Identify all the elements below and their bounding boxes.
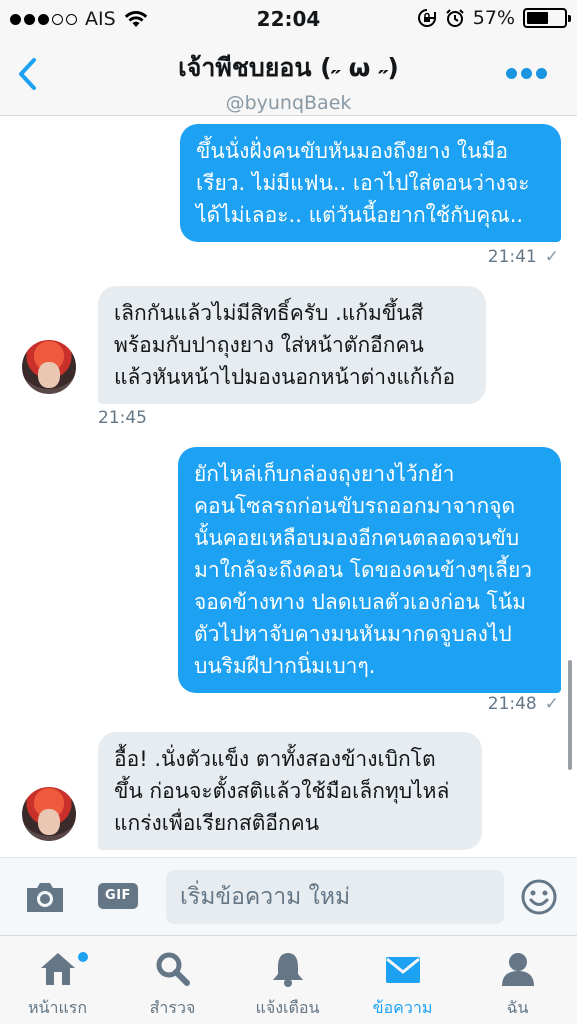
message-line: ขึ้น ก่อนจะตั้งสติแล้วใช้มือเล็กทุบไหล่ — [114, 779, 450, 803]
received-message-bubble[interactable]: อื้อ! .นั่งตัวแข็ง ตาทั้งสองข้างเบิกโต ข… — [98, 732, 482, 850]
tab-explore[interactable]: สำรวจ — [115, 936, 230, 1024]
conversation-title: เจ้าพีชบยอน (˶ ω ˶) — [178, 53, 399, 82]
notification-badge — [78, 952, 88, 962]
read-receipt-icon: ✓ — [544, 694, 559, 714]
tab-label: ฉัน — [506, 998, 529, 1017]
message-line: เลิกกันแล้วไม่มีสิทธิ์ครับ .แก้มขึ้นสี — [114, 301, 424, 325]
message-line: นั้นคอยเหลือบมองอีกคนตลอดจนขับ — [194, 526, 520, 550]
bell-icon — [272, 953, 303, 987]
sent-message-bubble[interactable]: ยักไหล่เก็บกล่องถุงยางไว้กย้า คอนโซลรถก่… — [178, 447, 561, 693]
rotation-lock-icon — [417, 9, 436, 27]
battery-icon — [523, 8, 571, 28]
smiley-icon[interactable] — [520, 878, 558, 916]
more-options-icon[interactable] — [506, 68, 547, 79]
message-composer: GIF เริ่มข้อความ ใหม่ — [0, 857, 577, 935]
avatar[interactable] — [22, 340, 76, 394]
profile-icon — [501, 953, 534, 986]
message-line: ยักไหล่เก็บกล่องถุงยางไว้กย้า — [194, 462, 455, 486]
sent-message-bubble[interactable]: ขึ้นนั่งฝั่งคนขับหันมองถึงยาง ในมือ เรีย… — [180, 124, 561, 242]
camera-icon[interactable] — [24, 878, 66, 916]
tab-messages[interactable]: ข้อความ — [345, 936, 460, 1024]
tab-bar: หน้าแรก สำรวจ แจ้งเตือน ข้อความ ฉัน — [0, 935, 577, 1024]
tab-label: สำรวจ — [149, 998, 196, 1017]
message-input[interactable]: เริ่มข้อความ ใหม่ — [166, 870, 504, 924]
message-timestamp: 21:45 — [98, 408, 147, 428]
envelope-icon — [385, 957, 420, 983]
message-line: ตัวไปหาจับคางมนหันมากดจูบลงไป — [194, 622, 512, 646]
home-icon — [40, 953, 75, 985]
back-chevron-icon[interactable] — [14, 54, 40, 94]
message-line: จอดข้างทาง ปลดเบลตัวเองก่อน โน้ม — [194, 590, 527, 614]
scrollbar[interactable] — [568, 660, 572, 770]
avatar[interactable] — [22, 787, 76, 841]
conversation-handle: @byunqBaek — [225, 92, 352, 114]
status-right: 57% — [417, 7, 571, 29]
tab-label: หน้าแรก — [27, 998, 88, 1017]
received-message-bubble[interactable]: เลิกกันแล้วไม่มีสิทธิ์ครับ .แก้มขึ้นสี พ… — [98, 286, 486, 404]
tab-home[interactable]: หน้าแรก — [0, 936, 115, 1024]
conversation-title-block[interactable]: เจ้าพีชบยอน (˶ ω ˶) @byunqBaek — [100, 48, 477, 114]
tab-notifications[interactable]: แจ้งเตือน — [230, 936, 345, 1024]
message-line: ได้ไม่เลอะ.. แต่วันนี้อยากใช้กับคุณ.. — [196, 203, 524, 227]
message-line: พร้อมกับปาถุงยาง ใส่หน้าตักอีกคน — [114, 333, 424, 357]
alarm-icon — [446, 9, 464, 27]
message-line: แล้วหันหน้าไปมองนอกหน้าต่างแก้เก้อ — [114, 365, 456, 389]
message-line: เรียว. ไม่มีแฟน.. เอาไปใส่ตอนว่างจะ — [196, 171, 530, 195]
battery-percent: 57% — [472, 7, 515, 29]
message-line: อื้อ! .นั่งตัวแข็ง ตาทั้งสองข้างเบิกโต — [114, 747, 436, 771]
message-timestamp: 21:41 ✓ — [487, 247, 559, 267]
conversation-header: เจ้าพีชบยอน (˶ ω ˶) @byunqBaek — [0, 40, 577, 116]
gif-button[interactable]: GIF — [98, 883, 138, 909]
message-line: มาใกล้จะถึงคอน โดของคนข้างๆเลี้ยว — [194, 558, 533, 582]
search-icon — [156, 952, 190, 986]
tab-label: ข้อความ — [372, 998, 433, 1017]
status-bar: AIS 22:04 57% — [0, 0, 577, 40]
message-timestamp: 21:48 ✓ — [487, 694, 559, 714]
message-line: แกร่งเพื่อเรียกสติอีกคน — [114, 811, 320, 835]
message-thread[interactable]: ขึ้นนั่งฝั่งคนขับหันมองถึงยาง ในมือ เรีย… — [0, 117, 577, 857]
message-line: ขึ้นนั่งฝั่งคนขับหันมองถึงยาง ในมือ — [196, 139, 508, 163]
message-line: บนริมฝีปากนิ่มเบาๆ. — [194, 654, 376, 678]
read-receipt-icon: ✓ — [544, 247, 559, 267]
message-line: คอนโซลรถก่อนขับรถออกมาจากจุด — [194, 494, 516, 518]
tab-label: แจ้งเตือน — [255, 998, 320, 1017]
tab-me[interactable]: ฉัน — [460, 936, 575, 1024]
battery-level — [527, 12, 548, 24]
